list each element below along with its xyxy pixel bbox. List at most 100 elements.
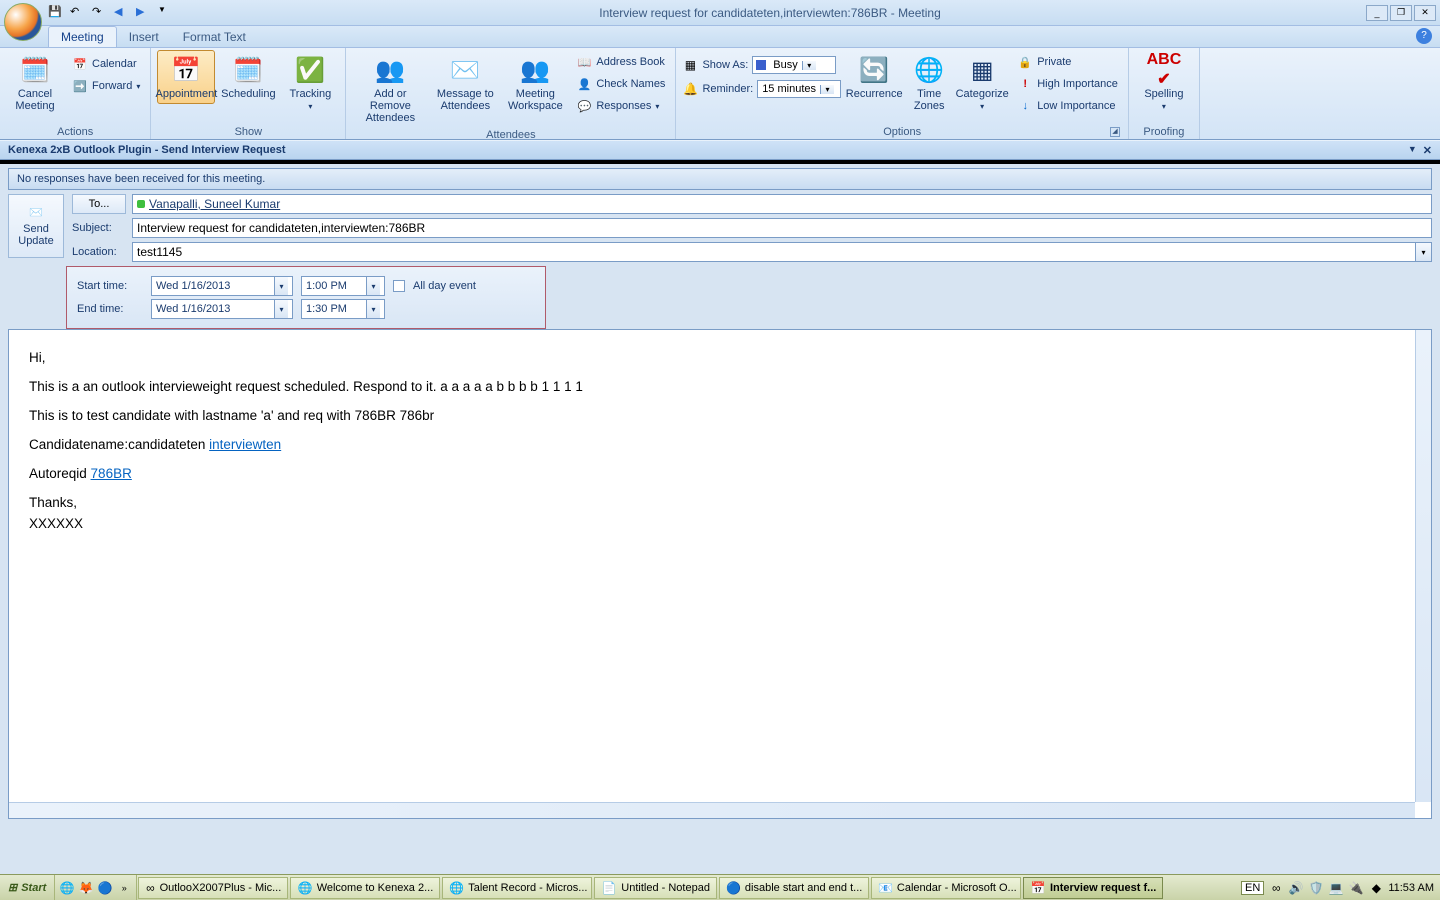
show-as-icon: ▦ bbox=[682, 57, 698, 73]
tray-icon[interactable]: 🔌 bbox=[1348, 880, 1364, 896]
prev-icon[interactable]: ◀ bbox=[114, 5, 130, 21]
datetime-panel: Start time: Wed 1/16/2013▾ 1:00 PM▾ All … bbox=[66, 266, 546, 329]
send-icon: ✉️ bbox=[29, 206, 43, 219]
calendar-button[interactable]: 📅Calendar bbox=[68, 54, 144, 74]
location-dropdown-icon[interactable]: ▾ bbox=[1415, 243, 1431, 261]
group-label-actions: Actions bbox=[6, 125, 144, 139]
end-time-combo[interactable]: 1:30 PM▾ bbox=[301, 299, 385, 319]
plugin-menu-icon[interactable]: ▼ bbox=[1408, 144, 1417, 157]
start-time-combo[interactable]: 1:00 PM▾ bbox=[301, 276, 385, 296]
recurrence-button[interactable]: 🔄Recurrence bbox=[845, 50, 903, 104]
reminder-combo[interactable]: 15 minutes▾ bbox=[757, 80, 841, 98]
low-importance-button[interactable]: ↓Low Importance bbox=[1013, 96, 1122, 116]
interviewten-link[interactable]: interviewten bbox=[209, 437, 281, 452]
taskbar-item[interactable]: 🌐Welcome to Kenexa 2... bbox=[290, 877, 440, 899]
help-button[interactable]: ? bbox=[1416, 28, 1432, 44]
show-as-label: Show As: bbox=[702, 59, 748, 71]
responses-button[interactable]: 💬Responses ▾ bbox=[572, 96, 669, 116]
tray-icon[interactable]: 🔊 bbox=[1288, 880, 1304, 896]
save-icon[interactable]: 💾 bbox=[48, 5, 64, 21]
close-button[interactable]: ✕ bbox=[1414, 5, 1436, 21]
appointment-button[interactable]: 📅Appointment bbox=[157, 50, 215, 104]
end-date-combo[interactable]: Wed 1/16/2013▾ bbox=[151, 299, 293, 319]
tray-icon[interactable]: 🛡️ bbox=[1308, 880, 1324, 896]
body-text[interactable]: Hi, This is a an outlook intervieweight … bbox=[9, 330, 1431, 552]
taskbar-item[interactable]: 🔵disable start and end t... bbox=[719, 877, 869, 899]
system-tray: EN ∞ 🔊 🛡️ 💻 🔌 ◆ 11:53 AM bbox=[1235, 880, 1440, 896]
dialog-launcher[interactable]: ◢ bbox=[1110, 127, 1120, 137]
tab-format-text[interactable]: Format Text bbox=[171, 27, 258, 47]
reminder-icon: 🔔 bbox=[682, 81, 698, 97]
redo-icon[interactable]: ↷ bbox=[92, 5, 108, 21]
spelling-button[interactable]: ABC✔Spelling▾ bbox=[1135, 50, 1193, 115]
tray-icon[interactable]: ◆ bbox=[1368, 880, 1384, 896]
dropdown-arrow-icon: ▾ bbox=[366, 300, 380, 318]
calendar-x-icon: 🗓️ bbox=[19, 54, 51, 86]
taskbar-item[interactable]: ∞OutlooX2007Plus - Mic... bbox=[138, 877, 288, 899]
vertical-scrollbar[interactable] bbox=[1415, 330, 1431, 802]
private-button[interactable]: 🔒Private bbox=[1013, 52, 1122, 72]
add-remove-attendees-button[interactable]: 👥Add or Remove Attendees bbox=[352, 50, 428, 128]
minimize-button[interactable]: _ bbox=[1366, 5, 1388, 21]
calendar-icon: 📅 bbox=[1030, 880, 1046, 896]
firefox-icon[interactable]: 🦊 bbox=[78, 880, 94, 896]
vs-icon: ∞ bbox=[145, 880, 155, 896]
autoreqid-link[interactable]: 786BR bbox=[91, 466, 132, 481]
message-body[interactable]: Hi, This is a an outlook intervieweight … bbox=[8, 329, 1432, 819]
ie-icon[interactable]: 🌐 bbox=[59, 880, 75, 896]
time-zones-button[interactable]: 🌐Time Zones bbox=[907, 50, 951, 116]
group-label-proofing: Proofing bbox=[1135, 125, 1193, 139]
globe-icon: 🌐 bbox=[913, 54, 945, 86]
chrome-icon[interactable]: 🔵 bbox=[97, 880, 113, 896]
horizontal-scrollbar[interactable] bbox=[9, 802, 1415, 818]
tab-insert[interactable]: Insert bbox=[117, 27, 171, 47]
clock[interactable]: 11:53 AM bbox=[1388, 882, 1434, 894]
next-icon[interactable]: ▶ bbox=[136, 5, 152, 21]
categorize-button[interactable]: ▦Categorize▾ bbox=[955, 50, 1009, 115]
start-time-label: Start time: bbox=[77, 280, 143, 292]
taskbar-item[interactable]: 📧Calendar - Microsoft O... bbox=[871, 877, 1021, 899]
ribbon: 🗓️ Cancel Meeting 📅Calendar ➡️Forward ▾ … bbox=[0, 48, 1440, 140]
notepad-icon: 📄 bbox=[601, 880, 617, 896]
window-title: Interview request for candidateten,inter… bbox=[174, 6, 1366, 20]
cancel-meeting-button[interactable]: 🗓️ Cancel Meeting bbox=[6, 50, 64, 116]
all-day-checkbox[interactable] bbox=[393, 280, 405, 292]
language-indicator[interactable]: EN bbox=[1241, 881, 1264, 895]
end-time-label: End time: bbox=[77, 303, 143, 315]
dropdown-arrow-icon: ▾ bbox=[274, 277, 288, 295]
address-book-button[interactable]: 📖Address Book bbox=[572, 52, 669, 72]
send-update-button[interactable]: ✉️ Send Update bbox=[8, 194, 64, 258]
scheduling-icon: 🗓️ bbox=[232, 54, 264, 86]
tracking-button[interactable]: ✅Tracking▾ bbox=[281, 50, 339, 115]
undo-icon[interactable]: ↶ bbox=[70, 5, 86, 21]
show-as-combo[interactable]: Busy▾ bbox=[752, 56, 836, 74]
tray-icon[interactable]: 💻 bbox=[1328, 880, 1344, 896]
taskbar-item[interactable]: 🌐Talent Record - Micros... bbox=[442, 877, 592, 899]
taskbar-item-active[interactable]: 📅Interview request f... bbox=[1023, 877, 1163, 899]
check-names-button[interactable]: 👤Check Names bbox=[572, 74, 669, 94]
tracking-icon: ✅ bbox=[294, 54, 326, 86]
start-date-combo[interactable]: Wed 1/16/2013▾ bbox=[151, 276, 293, 296]
windows-logo-icon: ⊞ bbox=[8, 881, 17, 894]
forward-button[interactable]: ➡️Forward ▾ bbox=[68, 76, 144, 96]
responses-icon: 💬 bbox=[576, 98, 592, 114]
office-button[interactable] bbox=[4, 3, 42, 41]
scheduling-button[interactable]: 🗓️Scheduling bbox=[219, 50, 277, 104]
ie-icon: 🌐 bbox=[297, 880, 312, 896]
ql-more-icon[interactable]: » bbox=[116, 880, 132, 896]
plugin-close-icon[interactable]: ✕ bbox=[1423, 144, 1432, 157]
to-field[interactable]: Vanapalli, Suneel Kumar bbox=[132, 194, 1432, 214]
tab-meeting[interactable]: Meeting bbox=[48, 26, 117, 47]
start-button[interactable]: ⊞Start bbox=[0, 875, 55, 900]
subject-field[interactable]: Interview request for candidateten,inter… bbox=[132, 218, 1432, 238]
attendees-icon: 👥 bbox=[374, 54, 406, 86]
high-importance-button[interactable]: !High Importance bbox=[1013, 74, 1122, 94]
to-button[interactable]: To... bbox=[72, 194, 126, 214]
location-field[interactable]: test1145▾ bbox=[132, 242, 1432, 262]
message-attendees-button[interactable]: ✉️Message to Attendees bbox=[432, 50, 498, 116]
meeting-workspace-button[interactable]: 👥Meeting Workspace bbox=[502, 50, 568, 116]
taskbar-item[interactable]: 📄Untitled - Notepad bbox=[594, 877, 717, 899]
tray-icon[interactable]: ∞ bbox=[1268, 880, 1284, 896]
qat-menu-icon[interactable]: ▼ bbox=[158, 5, 174, 21]
restore-button[interactable]: ❐ bbox=[1390, 5, 1412, 21]
